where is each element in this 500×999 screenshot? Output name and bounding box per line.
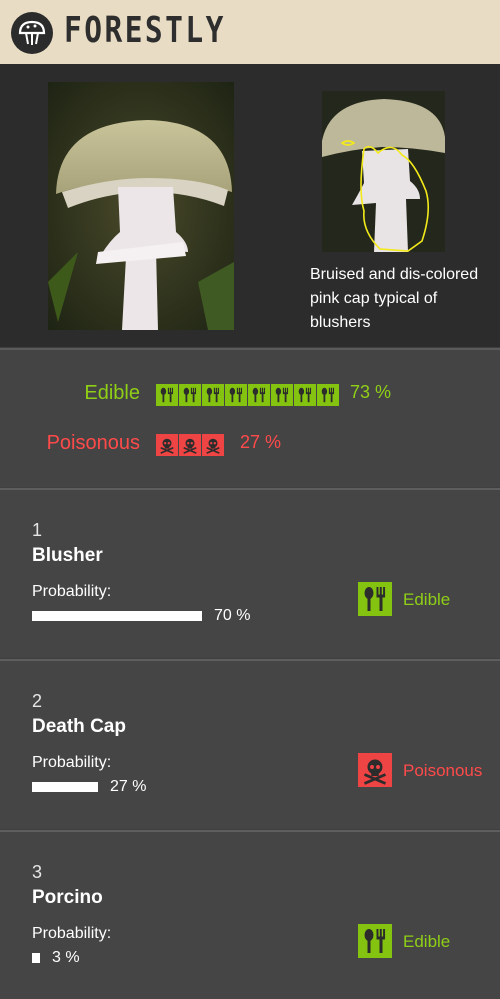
cutlery-icon [179,384,201,406]
cutlery-icon [294,384,316,406]
probability-percent: 70 % [214,607,251,624]
poisonous-summary-label: Poisonous [46,432,140,454]
cutlery-icon [358,924,392,958]
cutlery-icon [317,384,339,406]
edible-summary-row: Edible 73 % [0,382,500,412]
species-name: Death Cap [32,716,126,737]
detail-photo[interactable] [322,91,445,252]
edibility-tag: Poisonous [403,761,483,780]
species-rank: 2 [32,691,43,711]
edible-icons [156,384,339,406]
cutlery-icon [248,384,270,406]
cutlery-icon [202,384,224,406]
edibility-tag: Edible [403,590,451,609]
probability-percent: 27 % [110,778,147,795]
species-card[interactable]: 3 Porcino Probability: 3 % Edible [0,830,500,999]
species-card[interactable]: 1 Blusher Probability: 70 % Edible [0,488,500,658]
probability-bar [32,782,98,792]
skull-icon [179,434,201,456]
poisonous-summary-row: Poisonous 27 % [0,432,500,462]
probability-label: Probability: [32,754,112,771]
species-rank: 1 [32,520,43,540]
skull-icon [156,434,178,456]
probability-label: Probability: [32,925,112,942]
cutlery-icon [358,582,392,616]
cutlery-icon [271,384,293,406]
species-name: Blusher [32,545,103,566]
edible-summary-percent: 73 % [350,382,392,402]
photo-panel: Bruised and dis-colored pink cap typical… [0,64,500,347]
skull-icon [358,753,392,787]
probability-bar [32,611,202,621]
edibility-tag: Edible [403,932,451,951]
app-title: FORESTLY [64,10,226,51]
probability-bar [32,953,40,963]
poisonous-summary-percent: 27 % [240,432,282,452]
cutlery-icon [156,384,178,406]
skull-icon [202,434,224,456]
app-header: FORESTLY [0,0,500,64]
edible-summary-label: Edible [84,382,140,404]
edibility-summary: Edible 73 % Poisonous 27 % [0,348,500,487]
probability-label: Probability: [32,583,112,600]
photo-caption: Bruised and dis-colored pink cap typical… [310,266,479,331]
species-name: Porcino [32,887,103,908]
poisonous-icons [156,434,224,456]
mushroom-photo[interactable] [48,82,234,330]
species-rank: 3 [32,862,43,882]
probability-percent: 3 % [52,949,80,966]
cutlery-icon [225,384,247,406]
species-card[interactable]: 2 Death Cap Probability: 27 % Poisonous [0,659,500,829]
mushroom-logo-icon[interactable] [11,12,53,54]
